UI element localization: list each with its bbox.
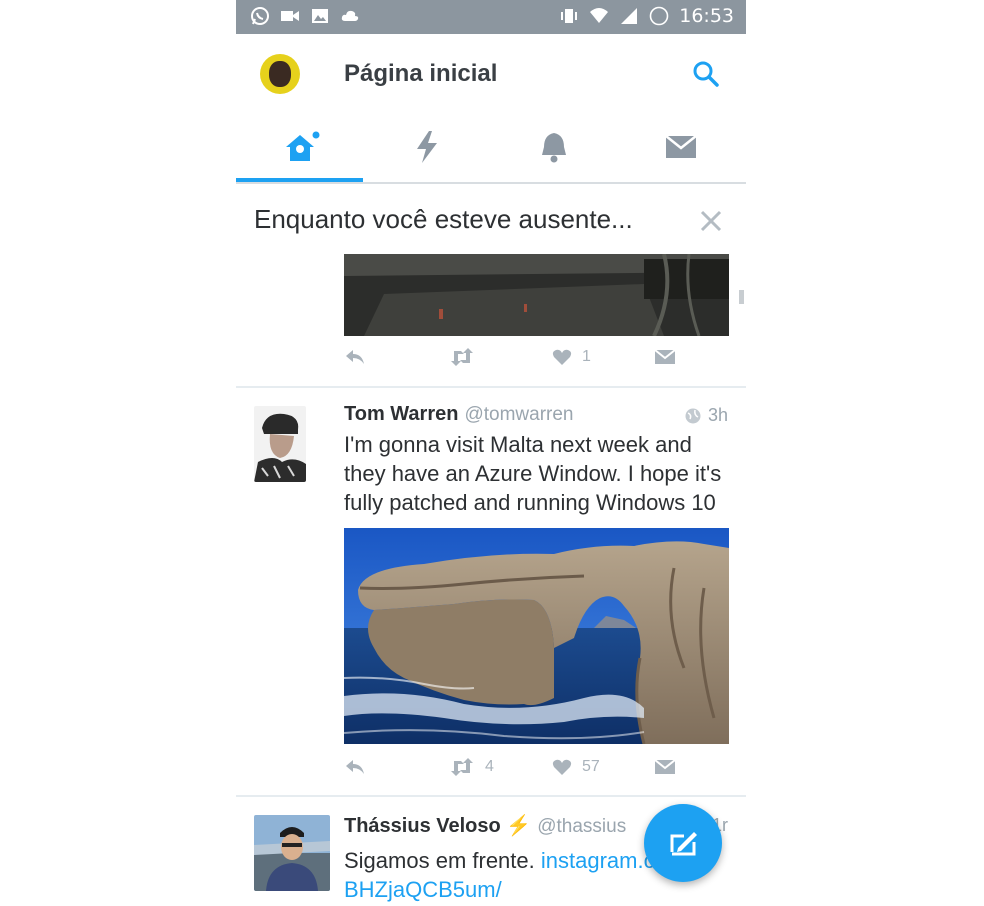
close-icon[interactable] xyxy=(698,208,724,234)
tweet-time: 3h xyxy=(684,405,728,426)
tweet-text: I'm gonna visit Malta next week and they… xyxy=(344,430,734,517)
wifi-icon xyxy=(590,8,609,23)
tab-bar xyxy=(236,114,746,184)
tweet-actions-previous: 1 xyxy=(344,348,729,378)
heart-icon xyxy=(552,759,572,775)
video-icon xyxy=(281,11,299,21)
like-count: 57 xyxy=(582,758,600,775)
home-icon xyxy=(285,131,319,161)
battery-icon xyxy=(649,6,669,26)
compose-icon xyxy=(670,832,697,856)
tweet-divider xyxy=(236,795,746,797)
reply-icon xyxy=(346,350,364,364)
like-count: 1 xyxy=(582,348,591,365)
tweet-divider xyxy=(236,386,746,388)
lightning-icon: ⚡ xyxy=(506,815,532,837)
scroll-indicator xyxy=(739,290,744,304)
author-handle: @tomwarren xyxy=(464,404,574,425)
page-title: Página inicial xyxy=(344,60,498,87)
tweet-media-previous[interactable] xyxy=(344,254,729,336)
tweet-author[interactable]: Tom Warren @tomwarren xyxy=(344,403,574,426)
tweet-timestamp: 3h xyxy=(707,405,728,425)
away-banner: Enquanto você esteve ausente... xyxy=(236,184,746,254)
away-banner-text: Enquanto você esteve ausente... xyxy=(254,204,633,234)
reply-button[interactable] xyxy=(344,348,366,366)
reply-button[interactable] xyxy=(344,758,366,776)
reply-icon xyxy=(346,760,364,774)
compose-tweet-button[interactable] xyxy=(644,804,722,882)
lightning-icon xyxy=(416,131,437,163)
tweet-text-line: fully patched and running Windows 10 xyxy=(344,490,716,515)
whatsapp-icon xyxy=(251,7,269,25)
avatar[interactable] xyxy=(254,406,306,482)
signal-icon xyxy=(621,8,638,24)
like-button[interactable]: 57 xyxy=(552,758,600,776)
search-icon[interactable] xyxy=(691,59,721,89)
retweet-icon xyxy=(451,348,473,366)
tab-moments[interactable] xyxy=(363,114,490,180)
envelope-icon xyxy=(654,349,676,364)
author-name: Tom Warren xyxy=(344,403,459,425)
cloud-icon xyxy=(341,10,359,21)
tweet-text-prefix: Sigamos em frente. xyxy=(344,848,541,873)
tweet-author[interactable]: Thássius Veloso ⚡ @thassius xyxy=(344,813,626,838)
retweet-count: 4 xyxy=(485,758,494,775)
app-header: Página inicial xyxy=(236,34,746,114)
tweet-text-line: they have an Azure Window. I hope it's xyxy=(344,461,722,486)
bell-icon xyxy=(541,133,566,163)
avatar[interactable] xyxy=(254,815,330,891)
status-time: 16:53 xyxy=(679,5,734,27)
like-button[interactable]: 1 xyxy=(552,348,591,366)
envelope-icon xyxy=(654,759,676,774)
author-handle: @thassius xyxy=(537,816,627,837)
tweet-link-cont[interactable]: BHZjaQCB5um/ xyxy=(344,877,502,902)
retweet-button[interactable]: 4 xyxy=(449,758,494,776)
image-icon xyxy=(312,9,328,23)
retweet-icon xyxy=(451,758,473,776)
heart-icon xyxy=(552,349,572,365)
envelope-icon xyxy=(664,135,697,158)
dm-button[interactable] xyxy=(654,758,676,776)
tweet-text-line: I'm gonna visit Malta next week and xyxy=(344,432,692,457)
tweet-photo-azure-window[interactable] xyxy=(344,528,729,744)
tab-messages[interactable] xyxy=(617,114,744,180)
status-bar: 16:53 xyxy=(236,0,746,34)
tweet-actions: 4 57 xyxy=(344,758,729,788)
profile-avatar[interactable] xyxy=(260,54,300,94)
phone-screen: 16:53 Página inicial Enquanto você estev… xyxy=(236,0,746,906)
tab-notifications[interactable] xyxy=(490,114,617,180)
vibrate-icon xyxy=(561,9,578,23)
dm-button[interactable] xyxy=(654,348,676,366)
globe-icon xyxy=(685,408,701,423)
retweet-button[interactable] xyxy=(449,348,475,366)
author-name: Thássius Veloso xyxy=(344,815,501,837)
tab-home[interactable] xyxy=(236,114,363,182)
